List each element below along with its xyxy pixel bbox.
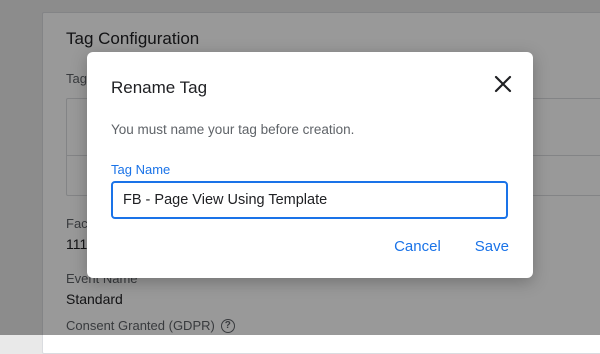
cancel-button[interactable]: Cancel <box>394 238 441 255</box>
close-icon <box>494 75 512 93</box>
tag-name-input[interactable] <box>111 181 508 219</box>
dialog-message: You must name your tag before creation. <box>111 122 355 137</box>
save-button[interactable]: Save <box>475 238 509 255</box>
close-button[interactable] <box>491 72 515 96</box>
dialog-actions: Cancel Save <box>394 238 509 255</box>
tag-name-label: Tag Name <box>111 162 171 177</box>
dialog-title: Rename Tag <box>111 78 208 97</box>
rename-tag-dialog: Rename Tag You must name your tag before… <box>87 52 533 278</box>
